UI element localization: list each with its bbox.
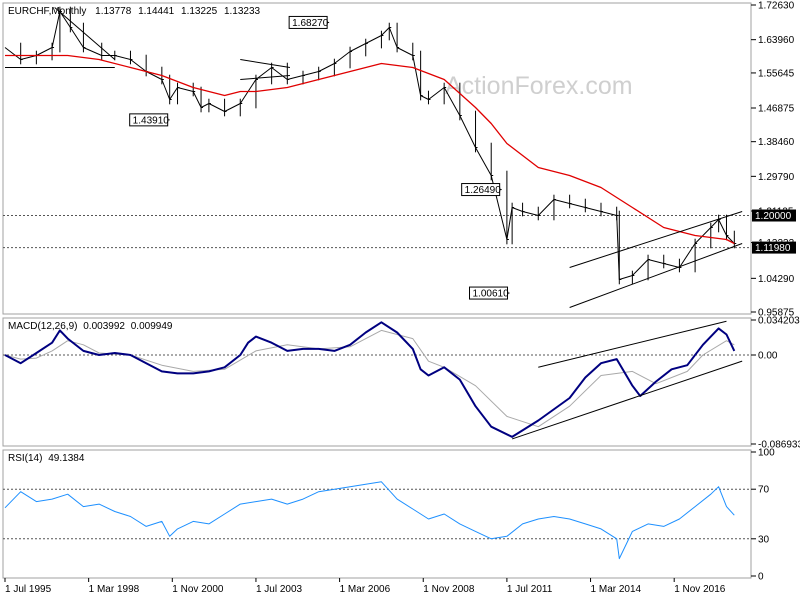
- rsi-axis-tick-label: 0: [758, 572, 764, 583]
- annotation-label: 1.43910: [133, 115, 170, 126]
- timeframe-text: Monthly: [51, 6, 86, 17]
- x-axis-tick-label: 1 Nov 2016: [674, 584, 726, 595]
- x-axis-tick-label: 1 Mar 1998: [89, 584, 140, 595]
- price-axis-tick-label: 1.46875: [758, 104, 795, 115]
- price-axis-tick-label: 1.04290: [758, 274, 795, 285]
- header-value-2: 1.13225: [181, 6, 218, 17]
- x-axis-tick-label: 1 Jul 1995: [5, 584, 52, 595]
- macd-panel-frame: [2, 317, 752, 447]
- price-panel-frame: [2, 2, 752, 315]
- price-axis-tick-label: 1.38460: [758, 137, 795, 148]
- watermark-text: ActionForex.com: [445, 72, 633, 100]
- x-axis-tick-label: 1 Nov 2008: [423, 584, 475, 595]
- macd-name: MACD(12,26,9): [8, 321, 77, 332]
- annotation-label: 1.00610: [473, 289, 510, 300]
- macd-value: 0.003992: [83, 321, 125, 332]
- level-box-label: 1.20000: [755, 211, 792, 222]
- x-axis-tick-label: 1 Jul 2003: [256, 584, 303, 595]
- macd-label: MACD(12,26,9) 0.003992 0.009949: [8, 321, 173, 332]
- header-value-0: 1.13778: [95, 6, 132, 17]
- macd-signal-value: 0.009949: [131, 321, 173, 332]
- price-axis-tick-label: 1.55645: [758, 68, 795, 79]
- annotation-label: 1.68270: [292, 18, 329, 29]
- macd-axis-tick-label: 0.034203: [758, 316, 800, 327]
- rsi-axis-tick-label: 70: [758, 485, 770, 496]
- level-box-label: 1.11980: [755, 243, 791, 254]
- x-axis-tick-label: 1 Jul 2011: [507, 584, 553, 595]
- x-axis-tick-label: 1 Mar 2014: [591, 584, 642, 595]
- macd-axis-tick-label: 0.00: [758, 351, 778, 362]
- price-axis-tick-label: 1.72630: [758, 1, 795, 12]
- price-axis-tick-label: 1.63960: [758, 35, 795, 46]
- price-axis-tick-label: 1.29790: [758, 172, 795, 183]
- header-value-3: 1.13233: [224, 6, 261, 17]
- rsi-value: 49.1384: [48, 453, 85, 464]
- rsi-panel-frame: [2, 449, 752, 579]
- rsi-name: RSI(14): [8, 453, 42, 464]
- eurchf-chart: ActionForex.com EURCHF,Monthly 1.13778 1…: [2, 1, 800, 595]
- x-axis-tick-label: 1 Nov 2000: [172, 584, 224, 595]
- rsi-axis-tick-label: 30: [758, 534, 770, 545]
- annotation-label: 1.26490: [465, 185, 502, 196]
- symbol-text: EURCHF: [8, 6, 50, 17]
- rsi-axis-tick-label: 100: [758, 448, 775, 459]
- x-axis-tick-label: 1 Mar 2006: [340, 584, 391, 595]
- header-value-1: 1.14441: [138, 6, 175, 17]
